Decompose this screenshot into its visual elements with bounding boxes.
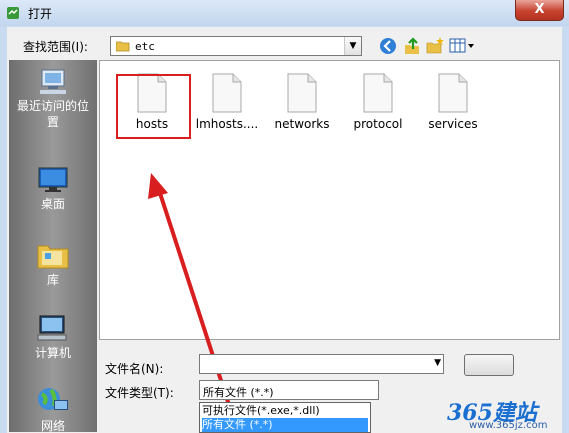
- watermark: 365建站 www.365jz.com: [447, 400, 562, 433]
- filetype-dropdown-list[interactable]: 可执行文件(*.exe,*.dll) 所有文件 (*.*): [199, 402, 371, 433]
- title-bar[interactable]: 打开: [0, 0, 569, 26]
- filename-input[interactable]: ▼: [199, 354, 444, 374]
- close-icon: X: [534, 2, 545, 17]
- chevron-down-icon[interactable]: ▼: [434, 358, 441, 368]
- watermark-url: www.365jz.com: [469, 420, 548, 431]
- open-button[interactable]: [464, 354, 514, 376]
- filename-label: 文件名(N):: [105, 362, 164, 376]
- window-title: 打开: [28, 7, 53, 21]
- filetype-option[interactable]: 可执行文件(*.exe,*.dll): [202, 404, 368, 418]
- filetype-option-selected[interactable]: 所有文件 (*.*): [202, 418, 368, 432]
- dialog-client: 查找范围(I): etc ▼ 最近访问的位 置 桌面 库 计算机 网络 host…: [7, 27, 562, 433]
- filetype-select[interactable]: 所有文件 (*.*): [199, 380, 379, 400]
- close-button[interactable]: X: [515, 0, 564, 21]
- filetype-label: 文件类型(T):: [105, 386, 174, 400]
- app-icon: [7, 7, 19, 19]
- open-dialog-window: 打开 X 查找范围(I): etc ▼ 最近访问的位 置 桌面 库 计算机 网络…: [0, 0, 569, 433]
